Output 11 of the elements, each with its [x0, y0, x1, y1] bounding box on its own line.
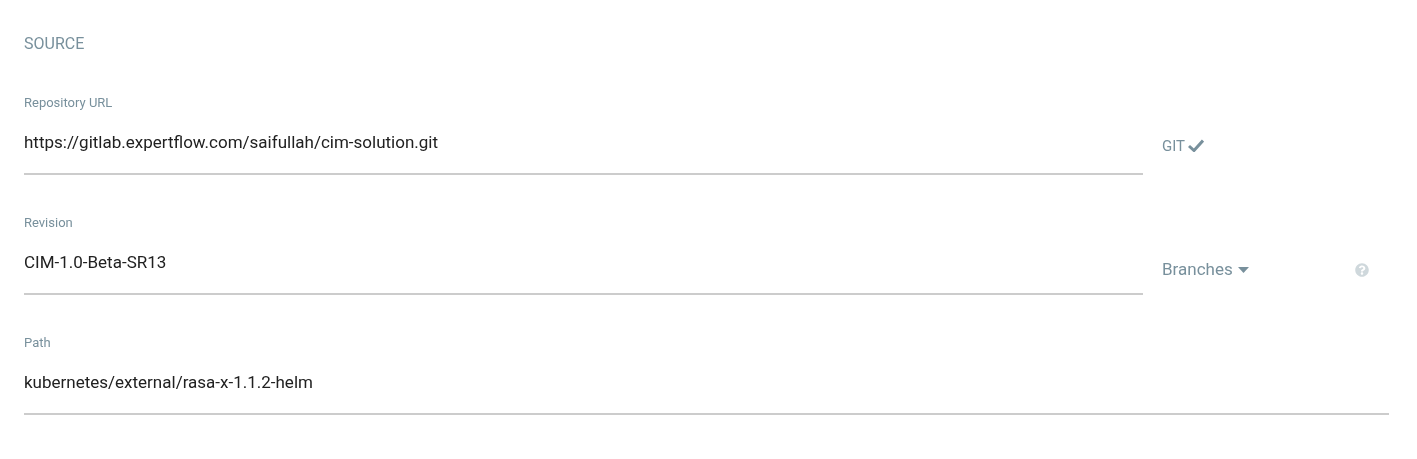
field-label: Path — [24, 335, 52, 351]
check-icon — [1188, 139, 1205, 152]
input-field[interactable]: kubernetes/external/rasa-x-1.1.2-helm — [24, 371, 1389, 415]
help-icon[interactable] — [1355, 263, 1369, 277]
input-field[interactable]: https://gitlab.expertflow.com/saifullah/cim-solution.git — [24, 131, 1143, 175]
field-label: Revision — [24, 215, 74, 231]
field-label: Repository URL — [24, 95, 114, 111]
caret-icon — [1237, 266, 1249, 273]
section-title: SOURCE — [24, 34, 86, 54]
git-label: GIT — [1162, 139, 1186, 154]
input-field[interactable]: CIM-1.0-Beta-SR13 — [24, 251, 1143, 295]
